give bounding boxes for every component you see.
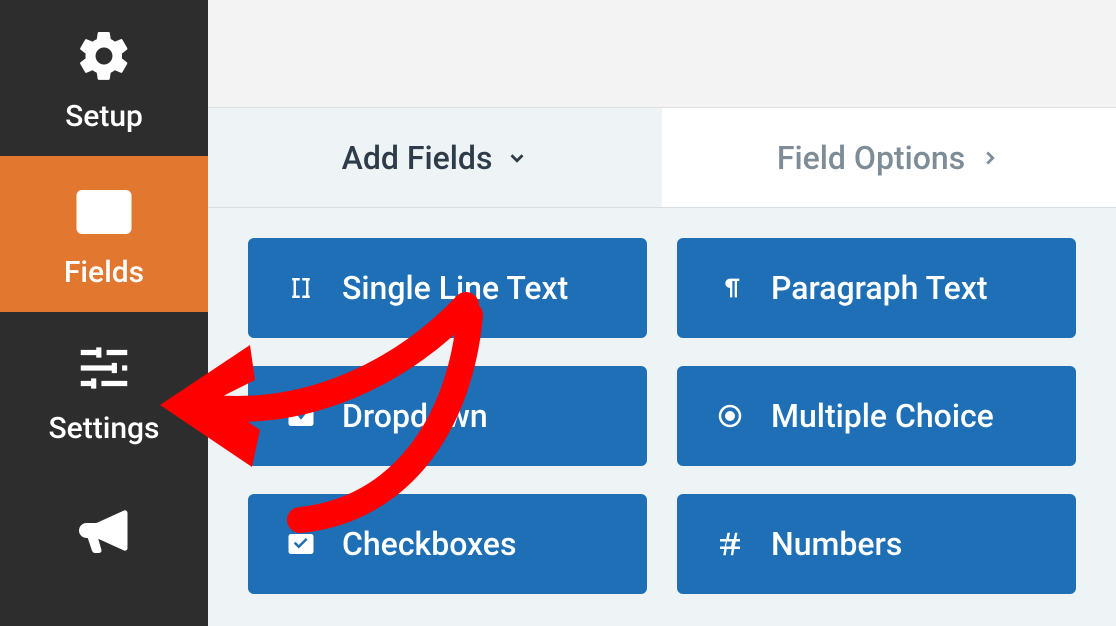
- field-label: Numbers: [771, 525, 902, 563]
- megaphone-icon: [69, 498, 139, 568]
- field-label: Single Line Text: [342, 269, 568, 307]
- field-label: Dropdown: [342, 397, 488, 435]
- field-dropdown[interactable]: Dropdown: [248, 366, 647, 466]
- checkbox-icon: [284, 527, 318, 561]
- sidebar: Setup Fields Settings: [0, 0, 208, 626]
- field-single-line-text[interactable]: Single Line Text: [248, 238, 647, 338]
- list-icon: [69, 177, 139, 247]
- sidebar-item-label: Fields: [64, 255, 144, 290]
- chevron-down-icon: [506, 139, 528, 177]
- field-multiple-choice[interactable]: Multiple Choice: [677, 366, 1076, 466]
- sidebar-item-label: Settings: [48, 411, 159, 446]
- sidebar-item-marketing[interactable]: [0, 468, 208, 626]
- tab-label: Field Options: [777, 139, 965, 177]
- chevron-right-icon: [979, 139, 1001, 177]
- field-label: Paragraph Text: [771, 269, 988, 307]
- field-numbers[interactable]: Numbers: [677, 494, 1076, 594]
- field-paragraph-text[interactable]: Paragraph Text: [677, 238, 1076, 338]
- topbar: [208, 0, 1116, 108]
- tab-label: Add Fields: [342, 139, 493, 177]
- tab-field-options[interactable]: Field Options: [662, 108, 1116, 207]
- field-label: Multiple Choice: [771, 397, 994, 435]
- sidebar-item-label: Setup: [65, 99, 143, 134]
- text-cursor-icon: [284, 271, 318, 305]
- sidebar-item-setup[interactable]: Setup: [0, 0, 208, 156]
- sidebar-item-fields[interactable]: Fields: [0, 156, 208, 312]
- sliders-icon: [69, 333, 139, 403]
- dropdown-icon: [284, 399, 318, 433]
- gear-icon: [69, 21, 139, 91]
- sidebar-item-settings[interactable]: Settings: [0, 312, 208, 468]
- hash-icon: [713, 527, 747, 561]
- panel-tabs: Add Fields Field Options: [208, 108, 1116, 208]
- tab-add-fields[interactable]: Add Fields: [208, 108, 662, 207]
- field-checkboxes[interactable]: Checkboxes: [248, 494, 647, 594]
- radio-icon: [713, 399, 747, 433]
- main-panel: Add Fields Field Options Single Line Tex: [208, 0, 1116, 626]
- paragraph-icon: [713, 271, 747, 305]
- field-label: Checkboxes: [342, 525, 516, 563]
- fields-grid: Single Line Text Paragraph Text Dropdown: [208, 208, 1116, 626]
